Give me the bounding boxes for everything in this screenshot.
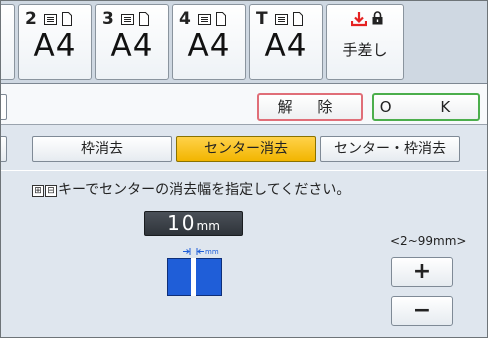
frame-erase-button[interactable]: 枠消去 [32,136,172,162]
decrease-button[interactable]: − [391,296,453,326]
tray-1-button[interactable]: A4 [1,4,15,80]
tray-3-size: A4 [110,28,154,64]
erase-width-unit: mm [196,219,220,233]
tray-4-button[interactable]: 4 A4 [172,4,246,80]
bypass-tray-button[interactable]: 手差し [326,4,404,80]
paper-stack-icon [275,14,288,25]
bypass-label: 手差し [342,41,388,59]
left-mode-stub[interactable] [1,136,7,162]
paper-stack-icon [44,14,57,25]
plus-key-icon: ⊞ [32,185,44,197]
plus-icon: + [412,259,432,284]
center-erase-button[interactable]: センター消去 [176,136,316,162]
paper-stack-icon [121,14,134,25]
tray-4-size: A4 [187,28,231,64]
center-erase-diagram-icon: mm [167,248,222,296]
tray-3-number: 3 [102,9,114,29]
paper-stack-icon [198,14,211,25]
page-orientation-icon [293,12,303,26]
tray-t-size: A4 [264,28,308,64]
erase-width-value: 10 [167,211,197,235]
clear-button[interactable]: 解 除 [257,93,363,121]
instruction-label: キーでセンターの消去幅を指定してください。 [58,182,351,198]
tray-t-button[interactable]: T A4 [249,4,323,80]
tray-2-button[interactable]: 2 A4 [18,4,92,80]
tray-1-size: A4 [1,29,14,63]
page-orientation-icon [216,12,226,26]
bypass-arrow-icon [351,12,367,27]
tray-t-number: T [256,9,268,29]
page-orientation-icon [62,12,72,26]
page-orientation-icon [139,12,149,26]
divider [1,170,487,171]
minus-key-icon: ⊟ [45,185,57,197]
svg-text:mm: mm [205,248,219,256]
lock-icon [372,11,383,25]
copier-screen: A4 2 A4 3 A4 4 A4 T A4 [0,0,488,338]
tray-4-number: 4 [179,9,191,29]
erase-width-display: 10mm [144,211,243,236]
left-edge-tab[interactable] [1,94,7,120]
ok-button[interactable]: O K [372,93,480,121]
minus-icon: − [412,298,432,323]
tray-2-size: A4 [33,28,77,64]
tray-3-button[interactable]: 3 A4 [95,4,169,80]
range-label: <2~99mm> [390,234,467,248]
center-frame-erase-button[interactable]: センター・枠消去 [320,136,460,162]
increase-button[interactable]: + [391,257,453,287]
paper-tray-strip: A4 2 A4 3 A4 4 A4 T A4 [1,1,487,84]
instruction-text: ⊞ ⊟ キーでセンターの消去幅を指定してください。 [32,179,350,199]
tray-2-number: 2 [25,9,37,29]
